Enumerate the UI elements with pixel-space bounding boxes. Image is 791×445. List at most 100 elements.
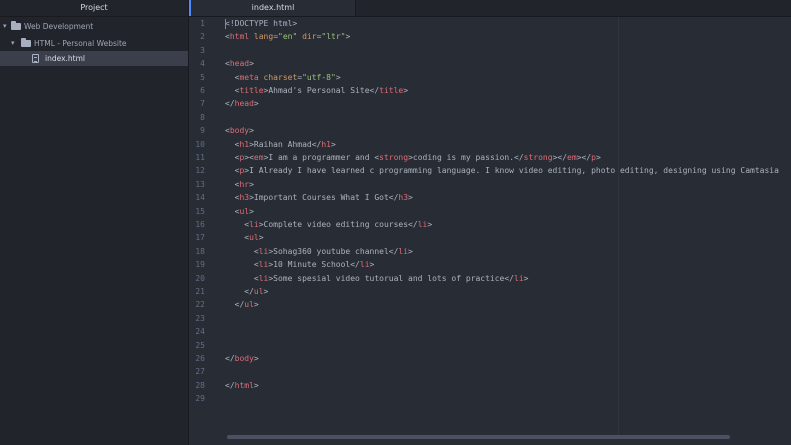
tree-view-panel: Project ▾ Web Development ▾ HTML - Perso… — [0, 0, 189, 445]
code-token: >Ahmad's Personal Site</ — [263, 86, 380, 95]
code-line[interactable]: <!DOCTYPE html> — [225, 17, 297, 30]
tree-item-index-html[interactable]: index.html — [0, 51, 188, 66]
code-line[interactable]: </ul> — [225, 285, 268, 298]
code-token: <!DOCTYPE html> — [225, 19, 298, 28]
folder-icon — [11, 21, 21, 30]
code-token: > — [249, 126, 254, 136]
scrollbar-thumb[interactable] — [227, 435, 730, 439]
code-token: > — [253, 354, 259, 363]
code-token: > — [427, 220, 433, 229]
line-number-gutter[interactable]: 1 2 3 4 5 6 7 8 9 10 11 12 13 14 15 16 17 18 19 20 21 22 23 24 2… — [189, 17, 215, 427]
code-line[interactable]: <hr> — [225, 178, 254, 191]
code-token: li — [417, 220, 428, 229]
line-number: 5 — [200, 72, 205, 82]
code-token: >I am a programmer and < — [263, 153, 380, 162]
code-token: li — [258, 246, 269, 256]
code-line[interactable]: </body> — [225, 352, 259, 365]
code-line[interactable]: <ul> — [225, 205, 254, 218]
code-token: li — [398, 246, 409, 256]
code-line[interactable]: <ul> — [225, 231, 263, 244]
horizontal-scrollbar[interactable] — [189, 434, 791, 440]
code-token: >Raihan Ahmad</ — [249, 139, 322, 149]
folder-icon — [21, 38, 31, 47]
code-token: h3 — [398, 193, 409, 203]
tree-view-title[interactable]: Project — [0, 0, 188, 17]
code-token: >10 Minute School</ — [268, 260, 360, 270]
code-token: > — [403, 86, 409, 95]
code-token: title — [239, 86, 264, 95]
code-token: > — [263, 287, 269, 296]
code-line[interactable]: <body> — [225, 124, 254, 137]
code-line[interactable]: </head> — [225, 97, 259, 110]
code-token: ul — [249, 233, 259, 243]
line-number: 25 — [195, 340, 205, 350]
code-token: strong — [379, 153, 409, 162]
line-number: 11 — [195, 153, 205, 162]
code-token: li — [258, 273, 269, 283]
code-line[interactable]: <p>I Already I have learned c programmin… — [225, 164, 779, 177]
code-editor[interactable]: <!DOCTYPE html> <html lang="en" dir="ltr"… — [225, 17, 791, 427]
code-token: < — [225, 179, 240, 189]
code-token: < — [225, 139, 240, 149]
code-line[interactable]: <li>10 Minute School</li> — [225, 258, 374, 271]
text-cursor — [225, 19, 226, 29]
chevron-down-icon[interactable]: ▾ — [3, 19, 7, 34]
line-number: 10 — [195, 139, 205, 149]
code-token: title — [379, 86, 404, 95]
line-number: 17 — [195, 233, 205, 243]
code-token: < — [225, 206, 240, 216]
chevron-down-icon[interactable]: ▾ — [11, 36, 15, 51]
code-token: body — [229, 126, 250, 136]
code-line[interactable]: <head> — [225, 57, 254, 70]
code-token: < — [225, 153, 240, 162]
code-token: > — [249, 206, 254, 216]
line-number: 9 — [200, 126, 205, 136]
code-token: < — [225, 260, 259, 270]
code-line[interactable]: <meta charset="utf-8"> — [225, 71, 341, 84]
code-line[interactable]: <li>Sohag360 youtube channel</li> — [225, 245, 413, 258]
tree-item-label: index.html — [45, 54, 85, 63]
code-line[interactable]: <p><em>I am a programmer and <strong>cod… — [225, 151, 601, 164]
code-token: < — [225, 220, 250, 229]
line-number: 15 — [195, 206, 205, 216]
code-line[interactable]: <li>Some spesial video tutorual and lots… — [225, 272, 529, 285]
line-number: 19 — [195, 260, 205, 270]
line-number: 4 — [200, 59, 205, 69]
code-token: > — [253, 380, 259, 390]
code-line[interactable]: <html lang="en" dir="ltr"> — [225, 30, 350, 43]
code-token: li — [249, 220, 259, 229]
code-token: < — [225, 233, 250, 243]
code-token: > — [249, 59, 254, 69]
line-number: 24 — [195, 327, 205, 337]
code-line[interactable]: <h1>Raihan Ahmad</h1> — [225, 138, 336, 151]
code-token: < — [225, 166, 240, 176]
line-number: 18 — [195, 246, 205, 256]
line-number: 8 — [200, 112, 205, 122]
code-token: < — [225, 193, 240, 203]
code-line[interactable]: </html> — [225, 379, 259, 392]
tree-item-html-personal-website[interactable]: ▾ HTML - Personal Website — [0, 36, 188, 51]
code-token: >I Already I have learned c programming … — [244, 166, 779, 176]
code-token: strong — [523, 153, 553, 162]
code-token: li — [258, 260, 269, 270]
code-token: > — [253, 300, 259, 310]
code-token: > — [408, 193, 413, 203]
tab-index-html[interactable]: index.html — [189, 0, 356, 16]
line-number: 22 — [195, 300, 205, 310]
code-line[interactable]: </ul> — [225, 298, 259, 311]
code-token: ></ — [552, 153, 568, 162]
line-number: 23 — [195, 313, 205, 323]
code-token: ul — [253, 287, 264, 296]
line-number: 2 — [200, 32, 205, 42]
code-token: head — [234, 99, 254, 109]
code-line[interactable]: <li>Complete video editing courses</li> — [225, 218, 432, 231]
code-token: < — [225, 86, 240, 95]
code-line[interactable]: <h3>Important Courses What I Got</h3> — [225, 191, 413, 204]
code-token: em — [567, 153, 577, 162]
code-token: > — [369, 260, 375, 270]
code-token: > — [249, 179, 254, 189]
code-token: > — [335, 72, 341, 82]
tree-item-web-development[interactable]: ▾ Web Development — [0, 19, 188, 34]
code-line[interactable]: <title>Ahmad's Personal Site</title> — [225, 84, 408, 97]
code-token: >Some spesial video tutorual and lots of… — [268, 273, 514, 283]
